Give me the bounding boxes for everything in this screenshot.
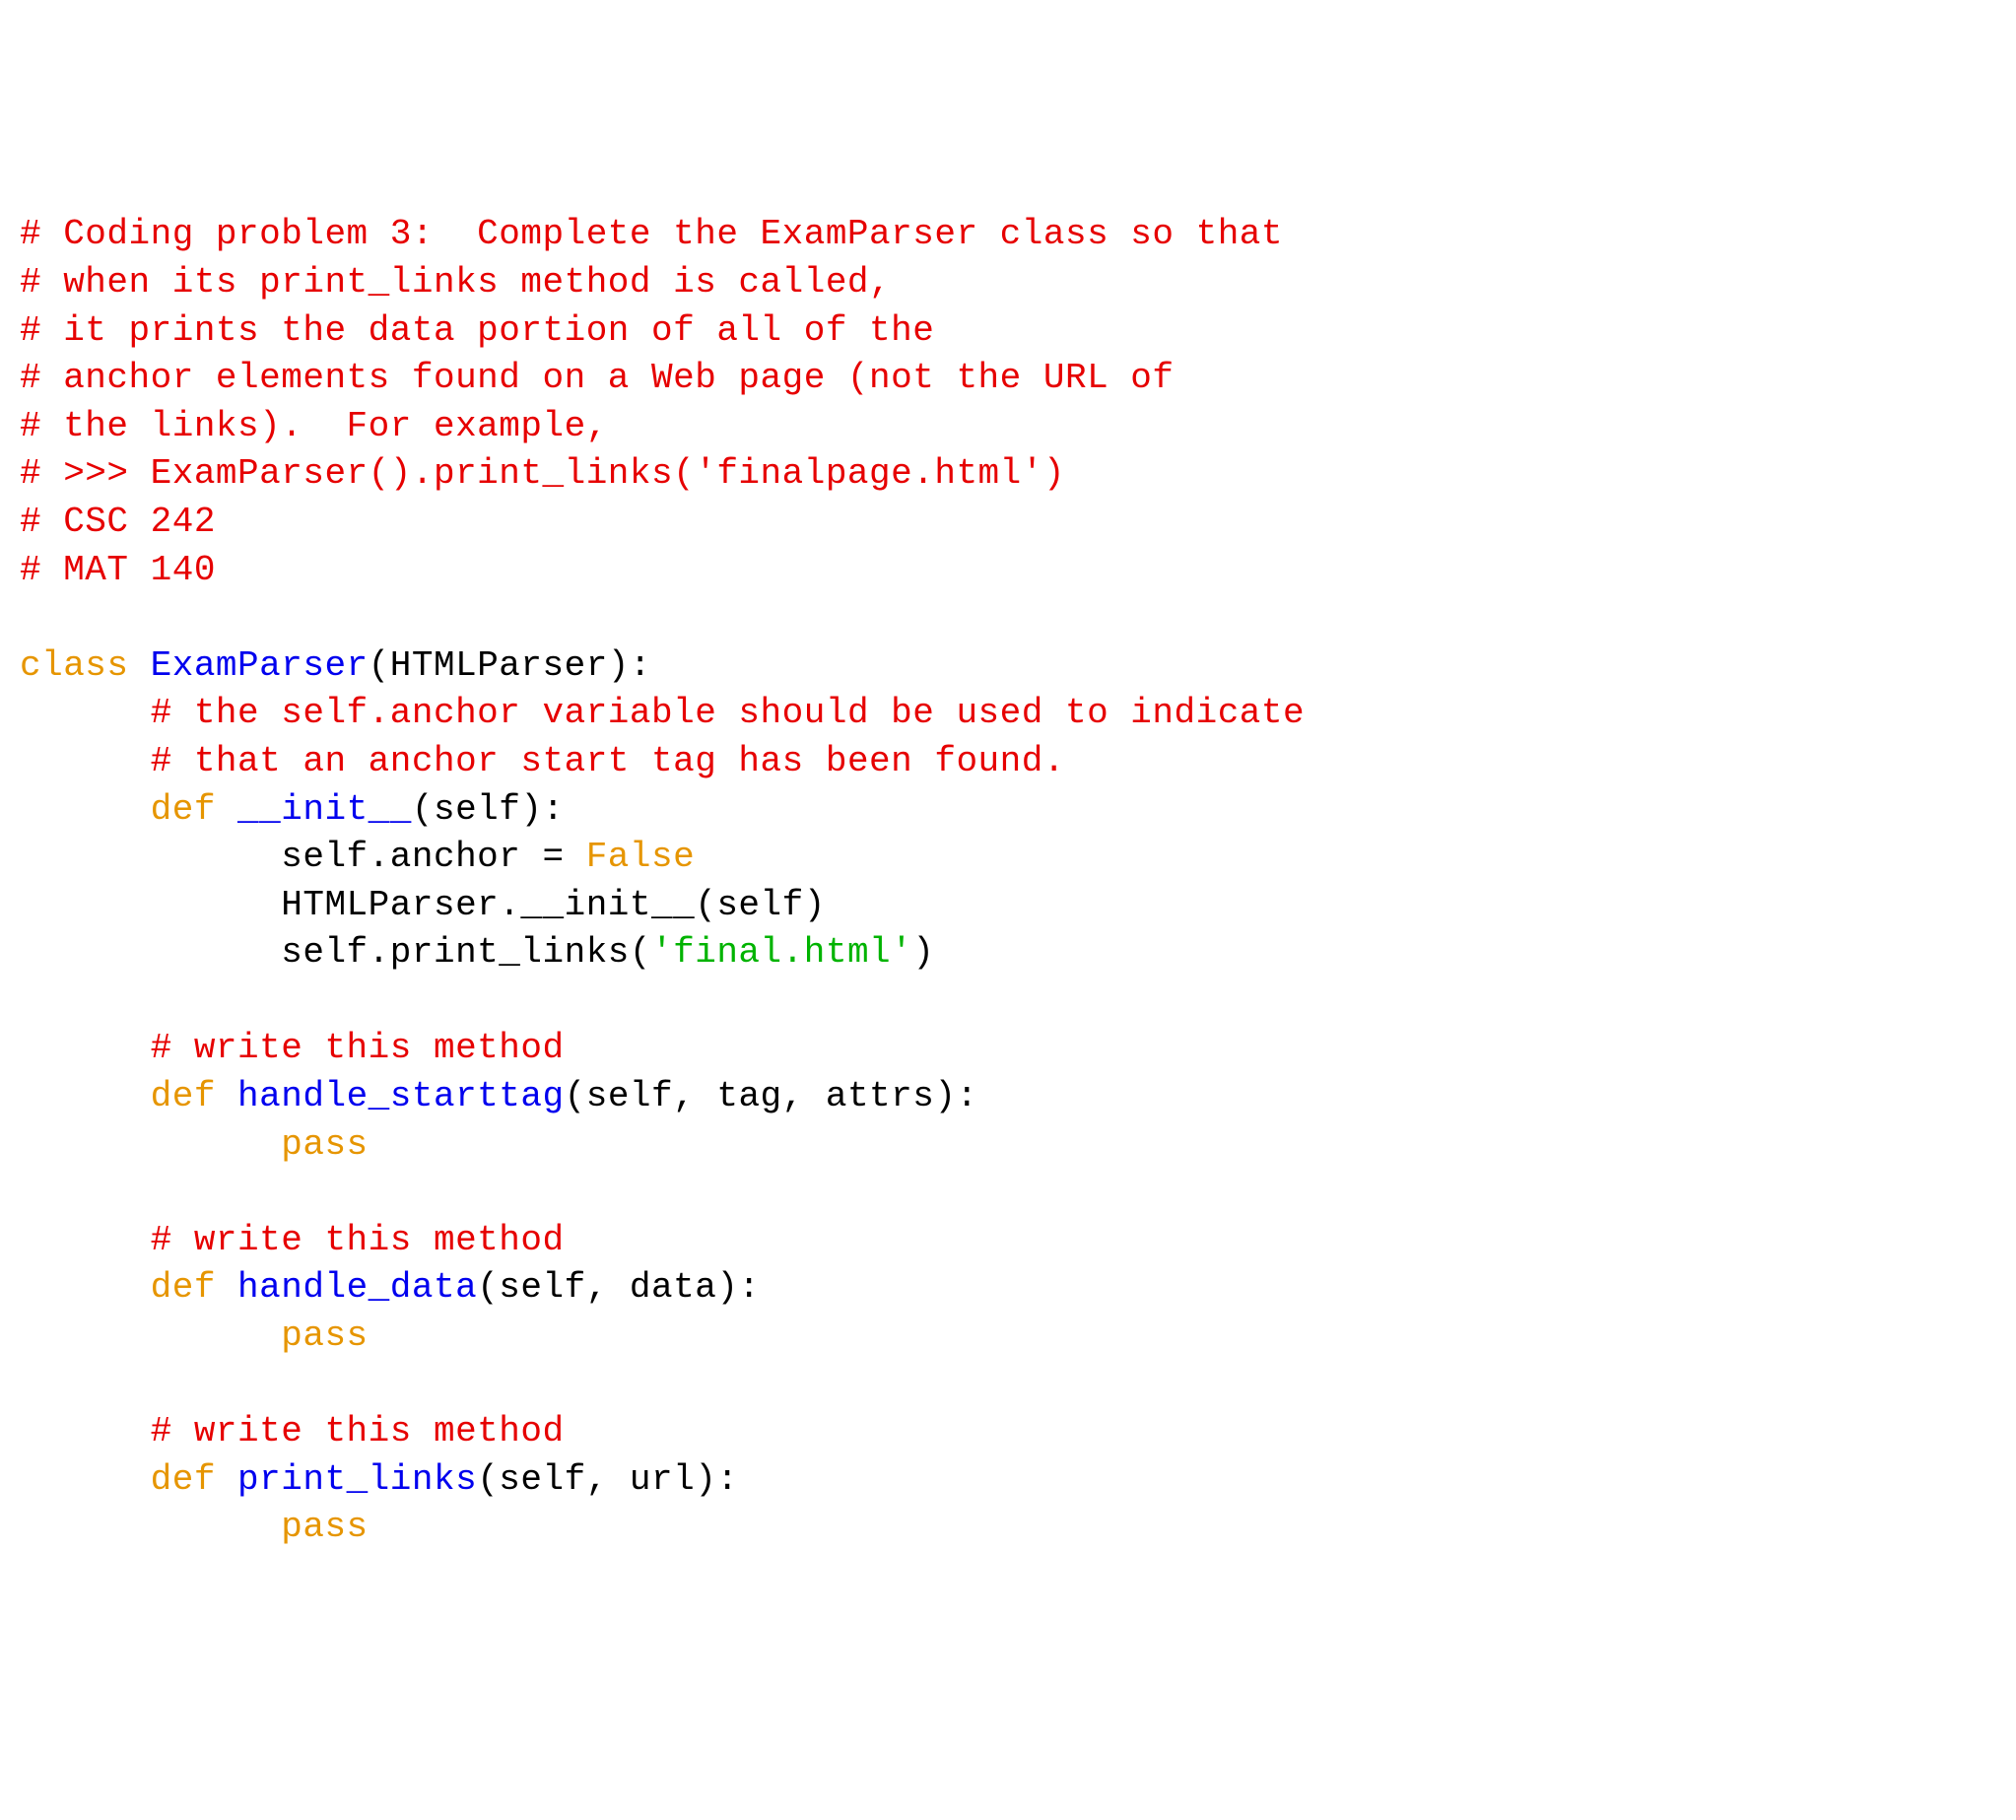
code-line (20, 1361, 1996, 1409)
code-token: pass (281, 1507, 368, 1547)
code-token: # write this method (151, 1220, 565, 1260)
code-token: handle_starttag (237, 1076, 565, 1116)
code-line: # write this method (20, 1408, 1996, 1456)
code-token (20, 1315, 281, 1356)
code-line: # it prints the data portion of all of t… (20, 307, 1996, 356)
code-line: # anchor elements found on a Web page (n… (20, 355, 1996, 403)
code-line (20, 977, 1996, 1026)
code-line: # MAT 140 (20, 547, 1996, 595)
code-line: pass (20, 1313, 1996, 1361)
code-token: def (151, 1076, 237, 1116)
code-token: __init__ (237, 789, 412, 830)
code-token (20, 693, 151, 733)
code-line: # write this method (20, 1025, 1996, 1073)
code-line: def handle_data(self, data): (20, 1264, 1996, 1313)
code-line: # CSC 242 (20, 499, 1996, 547)
code-token: # MAT 140 (20, 550, 216, 590)
code-token: HTMLParser.__init__(self) (20, 885, 826, 925)
code-token: def (151, 789, 237, 830)
code-line: self.print_links('final.html') (20, 929, 1996, 977)
code-token: # when its print_links method is called, (20, 262, 891, 303)
code-line: # the links). For example, (20, 403, 1996, 451)
code-token: # write this method (151, 1028, 565, 1068)
code-token (20, 1411, 151, 1451)
code-line (20, 1169, 1996, 1217)
code-token: self.anchor = (20, 837, 586, 877)
code-token: pass (281, 1124, 368, 1165)
code-token (20, 1507, 281, 1547)
code-token: class (20, 645, 151, 686)
code-line: # that an anchor start tag has been foun… (20, 738, 1996, 786)
code-token: # anchor elements found on a Web page (n… (20, 358, 1175, 398)
code-line: def __init__(self): (20, 786, 1996, 835)
code-line: self.anchor = False (20, 834, 1996, 882)
code-line: # write this method (20, 1217, 1996, 1265)
code-token: (HTMLParser): (369, 645, 651, 686)
code-token: # Coding problem 3: Complete the ExamPar… (20, 214, 1283, 254)
code-token: 'final.html' (651, 932, 912, 973)
code-token: # write this method (151, 1411, 565, 1451)
code-token (20, 1124, 281, 1165)
code-token: # >>> ExamParser().print_links('finalpag… (20, 453, 1065, 494)
code-token (20, 1028, 151, 1068)
code-line: # Coding problem 3: Complete the ExamPar… (20, 211, 1996, 259)
code-token: pass (281, 1315, 368, 1356)
code-token (20, 1459, 151, 1500)
code-token: def (151, 1459, 237, 1500)
code-token: handle_data (237, 1267, 477, 1308)
code-line: # when its print_links method is called, (20, 259, 1996, 307)
code-token (20, 741, 151, 781)
code-token: (self, url): (477, 1459, 738, 1500)
code-token: # that an anchor start tag has been foun… (151, 741, 1065, 781)
code-token: (self, tag, attrs): (565, 1076, 978, 1116)
code-token: self.print_links( (20, 932, 651, 973)
code-token: (self): (412, 789, 565, 830)
code-token: (self, data): (477, 1267, 760, 1308)
code-token: # CSC 242 (20, 502, 216, 542)
code-token: # the self.anchor variable should be use… (151, 693, 1306, 733)
code-token: ) (912, 932, 934, 973)
code-line: class ExamParser(HTMLParser): (20, 642, 1996, 691)
code-line: def handle_starttag(self, tag, attrs): (20, 1073, 1996, 1121)
code-token (20, 1267, 151, 1308)
code-token: False (586, 837, 696, 877)
code-line: # >>> ExamParser().print_links('finalpag… (20, 450, 1996, 499)
code-token: ExamParser (151, 645, 369, 686)
code-token: def (151, 1267, 237, 1308)
code-line: pass (20, 1121, 1996, 1170)
code-line: # the self.anchor variable should be use… (20, 690, 1996, 738)
code-token: print_links (237, 1459, 477, 1500)
code-token (20, 1220, 151, 1260)
code-token (20, 1076, 151, 1116)
code-token: # it prints the data portion of all of t… (20, 310, 934, 351)
code-line: HTMLParser.__init__(self) (20, 882, 1996, 930)
code-token: # the links). For example, (20, 406, 608, 446)
code-line: def print_links(self, url): (20, 1456, 1996, 1505)
code-token (20, 789, 151, 830)
code-block: # Coding problem 3: Complete the ExamPar… (20, 211, 1996, 1552)
code-line (20, 594, 1996, 642)
code-line: pass (20, 1504, 1996, 1552)
